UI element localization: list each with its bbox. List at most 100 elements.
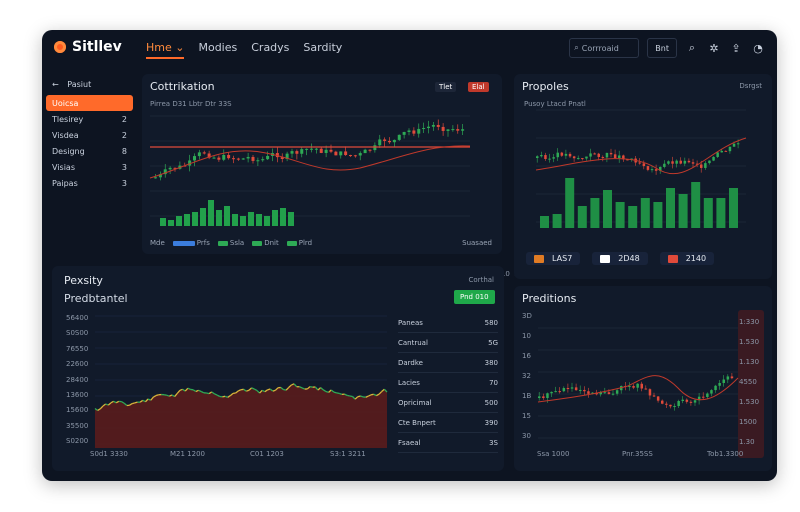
sidebar-item[interactable]: Tlesirey 2 xyxy=(46,111,133,127)
candle xyxy=(552,157,555,159)
sidebar-item[interactable]: Paipas 3 xyxy=(46,175,133,191)
y-tick-label: S0S00 xyxy=(66,329,89,338)
candle xyxy=(646,166,650,170)
candle xyxy=(217,157,221,160)
volume-bar xyxy=(552,214,562,228)
search-icon[interactable]: ⌕ xyxy=(685,41,699,55)
nav-item-modies[interactable]: Modies xyxy=(198,41,237,54)
y-tick-label: 76550 xyxy=(66,344,89,353)
candle xyxy=(652,395,656,397)
candle xyxy=(319,148,323,153)
candle xyxy=(611,393,615,395)
position-box[interactable]: 2140 xyxy=(659,252,715,265)
candle xyxy=(572,156,576,159)
candle xyxy=(732,143,736,147)
y-tick-label: 1500 xyxy=(739,418,757,426)
volume-bar xyxy=(256,214,262,226)
volume-bar xyxy=(691,182,701,228)
volume-bar xyxy=(184,214,190,226)
header-button[interactable]: Bnt xyxy=(647,38,677,58)
area-line-segment xyxy=(179,388,183,391)
volume-bar xyxy=(192,212,198,226)
elal-badge[interactable]: Elal xyxy=(468,82,489,92)
legend-item[interactable]: Dnit xyxy=(252,239,279,247)
propoles-panel: Propoles Dsrgst Pusoy Ltacd Pnatl 165E13… xyxy=(514,74,772,279)
table-row[interactable]: Paneas 580 xyxy=(398,313,498,333)
main-nav: Hme ⌄ Modies Cradys Sardity xyxy=(146,41,342,59)
position-label: 2D48 xyxy=(618,254,640,263)
table-row[interactable]: Lacies 70 xyxy=(398,373,498,393)
area-line-segment xyxy=(325,390,329,394)
area-line-segment xyxy=(246,389,250,392)
volume-bar xyxy=(590,198,600,228)
table-row[interactable]: Dardke 380 xyxy=(398,353,498,373)
candle xyxy=(538,396,541,398)
density-header-right: Corthal xyxy=(468,276,494,284)
sidebar-item[interactable]: Designg 8 xyxy=(46,143,133,159)
candle xyxy=(585,156,588,159)
moving-average-line xyxy=(149,145,471,179)
table-cell-label: Dardke xyxy=(398,358,423,367)
volume-bar xyxy=(176,216,182,226)
volume-bar xyxy=(716,198,726,228)
tlet-badge[interactable]: Tlet xyxy=(435,82,457,92)
volume-bar xyxy=(264,216,270,226)
volume-bar xyxy=(288,212,294,226)
settings-icon[interactable]: ✲ xyxy=(707,41,721,55)
candle xyxy=(295,151,299,154)
sidebar-item[interactable]: Visias 3 xyxy=(46,159,133,175)
table-row[interactable]: Fsaeal 3S xyxy=(398,433,498,453)
nav-item-home[interactable]: Hme ⌄ xyxy=(146,41,185,59)
table-row[interactable]: Cantrual 5G xyxy=(398,333,498,353)
sidebar-back[interactable]: ← Pasiut xyxy=(42,74,137,95)
volume-bar xyxy=(232,214,238,226)
position-box[interactable]: 2D48 xyxy=(592,252,648,265)
candle xyxy=(383,139,387,141)
candle xyxy=(154,177,157,179)
candle xyxy=(310,148,313,150)
candle xyxy=(290,151,294,154)
legend-item[interactable]: Prfs xyxy=(172,239,210,247)
nav-item-cradys[interactable]: Cradys xyxy=(251,41,289,54)
sidebar-item-active[interactable]: Uoicsa xyxy=(46,95,133,111)
candle xyxy=(197,152,201,157)
candle xyxy=(691,162,695,164)
candle xyxy=(574,387,578,391)
candle xyxy=(436,124,440,127)
share-icon[interactable]: ⇪ xyxy=(729,41,743,55)
search-input[interactable]: ⌕ Corrroaid xyxy=(569,38,640,58)
table-row[interactable]: Opricimal 500 xyxy=(398,393,498,413)
density-area-chart xyxy=(94,315,388,448)
candle xyxy=(693,400,697,403)
y-tick-label: 16 xyxy=(522,352,531,360)
candle xyxy=(392,139,396,143)
x-tick-label: S0d1 3330 xyxy=(90,450,128,458)
logo[interactable]: Sitllev xyxy=(54,39,122,55)
sidebar-back-label: Pasiut xyxy=(67,80,92,89)
pnd-button[interactable]: Pnd 010 xyxy=(454,290,495,304)
y-tick-label: 1.130 xyxy=(739,358,760,366)
candle xyxy=(261,159,265,161)
nav-item-sardity[interactable]: Sardity xyxy=(303,41,342,54)
candle xyxy=(673,406,676,408)
table-cell-value: 390 xyxy=(484,418,498,427)
candle xyxy=(227,154,231,159)
top-right-controls: ⌕ Corrroaid Bnt ⌕ ✲ ⇪ ◔ xyxy=(569,38,765,58)
sidebar-item[interactable]: Visdea 2 xyxy=(46,127,133,143)
candle xyxy=(615,390,619,394)
legend-item[interactable]: Ssla xyxy=(217,239,244,247)
main-chart-footer: Mde Prfs Ssla Dnit Plrd xyxy=(150,239,312,247)
candle xyxy=(671,161,674,164)
candle xyxy=(266,155,270,160)
position-box[interactable]: LAS7 xyxy=(526,252,581,265)
user-icon[interactable]: ◔ xyxy=(751,41,765,55)
candle xyxy=(714,385,717,391)
table-row[interactable]: Cte Bnpert 390 xyxy=(398,413,498,433)
x-tick-label: Pnr.35SS xyxy=(622,450,653,458)
candle xyxy=(314,148,318,150)
legend-item[interactable]: Plrd xyxy=(286,239,312,247)
candle xyxy=(654,169,658,171)
blue-chip-icon xyxy=(172,240,195,246)
y-tick-label: 35500 xyxy=(66,421,89,430)
candle xyxy=(720,150,723,153)
